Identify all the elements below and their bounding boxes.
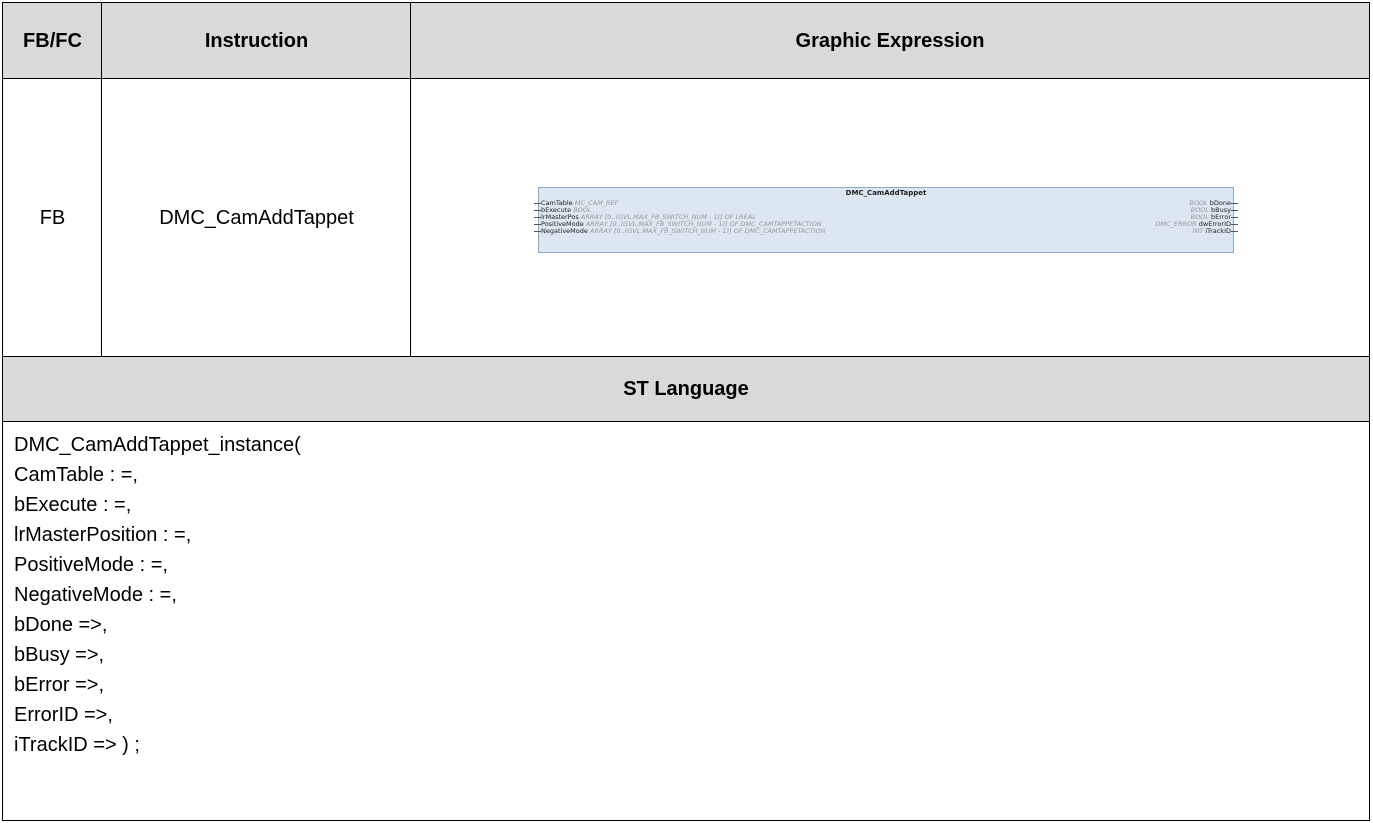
pin-type: DMC_ERROR: [1155, 220, 1197, 228]
code-line: bError =>,: [14, 674, 105, 696]
pin-type: INT: [1192, 227, 1204, 235]
code-line: iTrackID => ) ;: [14, 734, 140, 756]
function-block-diagram: DMC_CamAddTappet CamTable MC_CAM_REF bEx…: [534, 187, 1238, 253]
pin-type: ARRAY [0..(GVL.MAX_FB_SWITCH_NUM - 1)] O…: [589, 227, 826, 235]
code-line: NegativeMode : =,: [14, 584, 177, 606]
code-line: DMC_CamAddTappet_instance(: [14, 434, 301, 456]
fb-type-cell: FB: [39, 206, 66, 229]
code-line: bBusy =>,: [14, 644, 105, 666]
header-instruction: Instruction: [102, 3, 411, 79]
col-divider: [410, 3, 411, 357]
pin-name: iTrackID: [1205, 227, 1231, 235]
output-pin: INT iTrackID: [1192, 227, 1238, 235]
row-divider: [3, 421, 1369, 422]
code-line: PositiveMode : =,: [14, 554, 168, 576]
st-code-block: DMC_CamAddTappet_instance( CamTable : =,…: [14, 430, 301, 760]
row-divider: [3, 356, 1369, 357]
code-line: lrMasterPosition : =,: [14, 524, 192, 546]
header-fbfc: FB/FC: [3, 3, 102, 79]
row-divider: [3, 78, 1369, 79]
col-divider: [101, 3, 102, 357]
input-pin: NegativeMode ARRAY [0..(GVL.MAX_FB_SWITC…: [534, 227, 826, 235]
code-line: ErrorID =>,: [14, 704, 113, 726]
code-line: CamTable : =,: [14, 464, 138, 486]
st-language-header: ST Language: [3, 357, 1369, 421]
function-block-title: DMC_CamAddTappet: [845, 189, 927, 197]
instruction-name-cell: DMC_CamAddTappet: [159, 206, 354, 229]
pin-name: NegativeMode: [541, 227, 588, 235]
code-line: bDone =>,: [14, 614, 108, 636]
code-line: bExecute : =,: [14, 494, 132, 516]
header-graphic-expression: Graphic Expression: [411, 3, 1369, 79]
